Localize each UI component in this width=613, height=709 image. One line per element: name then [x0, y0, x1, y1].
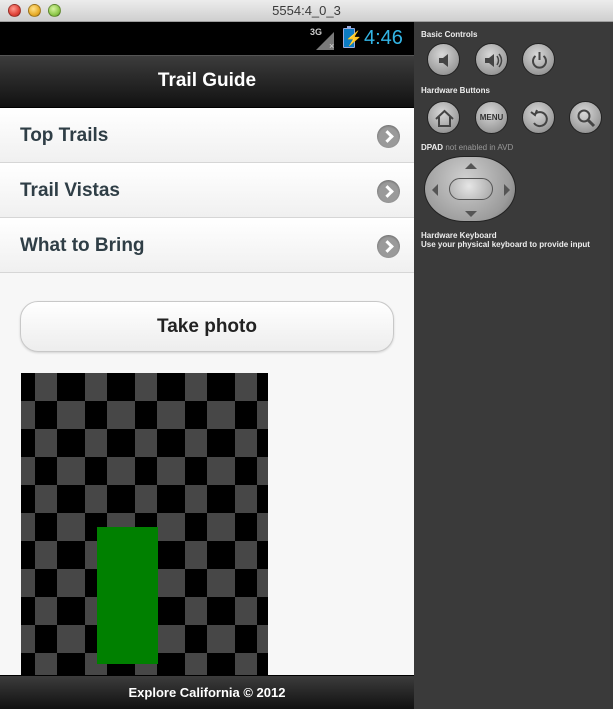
list-item-top-trails[interactable]: Top Trails	[0, 108, 414, 163]
dpad-control	[424, 156, 516, 222]
back-button[interactable]	[522, 101, 555, 134]
camera-preview-pattern	[21, 373, 268, 675]
basic-controls-label: Basic Controls	[421, 30, 478, 39]
list-item-trail-vistas[interactable]: Trail Vistas	[0, 163, 414, 218]
list-item-what-to-bring[interactable]: What to Bring	[0, 218, 414, 273]
keyboard-title: Hardware Keyboard	[421, 231, 497, 240]
device-screen: 3G × ⚡ 4:46 Trail Guide Top Trails Trail…	[0, 22, 414, 709]
menu-button[interactable]: MENU	[475, 101, 508, 134]
app-header: Trail Guide	[0, 55, 414, 108]
search-icon	[577, 109, 596, 128]
battery-charging-icon: ⚡	[343, 26, 363, 48]
emulator-window: 5554:4_0_3 3G × ⚡ 4:46 Trail Guide Top T…	[0, 0, 613, 709]
take-photo-label: Take photo	[157, 316, 257, 337]
list-item-label: Trail Vistas	[20, 180, 120, 201]
preview-green-block	[97, 527, 158, 664]
menu-button-label: MENU	[479, 113, 504, 122]
home-button[interactable]	[427, 101, 460, 134]
take-photo-button[interactable]: Take photo	[20, 301, 394, 352]
volume-up-icon	[485, 53, 503, 68]
status-bar: 3G × ⚡ 4:46	[0, 22, 414, 55]
hardware-buttons-label: Hardware Buttons	[421, 86, 490, 95]
home-icon	[435, 109, 454, 127]
footer-text: Explore California © 2012	[128, 685, 286, 700]
page-title: Trail Guide	[157, 70, 257, 91]
dpad-center-button	[449, 178, 493, 200]
keyboard-note: Use your physical keyboard to provide in…	[421, 240, 590, 249]
status-clock: 4:46	[364, 27, 403, 49]
app-footer: Explore California © 2012	[0, 675, 414, 709]
camera-preview-image	[21, 373, 268, 675]
no-signal-x-icon: ×	[329, 41, 335, 51]
chevron-right-icon	[377, 235, 400, 258]
volume-up-button[interactable]	[475, 43, 508, 76]
list-item-label: Top Trails	[20, 125, 109, 146]
dpad-label: DPAD not enabled in AVD	[421, 143, 513, 152]
volume-down-icon	[439, 54, 448, 67]
back-icon	[530, 109, 548, 128]
chevron-right-icon	[377, 125, 400, 148]
dpad-label-text: DPAD	[421, 143, 444, 152]
volume-down-button[interactable]	[427, 43, 460, 76]
power-button[interactable]	[522, 43, 555, 76]
power-icon	[532, 52, 547, 69]
window-titlebar: 5554:4_0_3	[0, 0, 613, 22]
list-item-label: What to Bring	[20, 235, 145, 256]
chevron-right-icon	[377, 180, 400, 203]
window-title: 5554:4_0_3	[272, 3, 341, 18]
search-button[interactable]	[569, 101, 602, 134]
emulator-control-panel: Basic Controls Hardware Buttons MENU DPA…	[414, 22, 613, 709]
dpad-note: not enabled in AVD	[445, 143, 514, 152]
